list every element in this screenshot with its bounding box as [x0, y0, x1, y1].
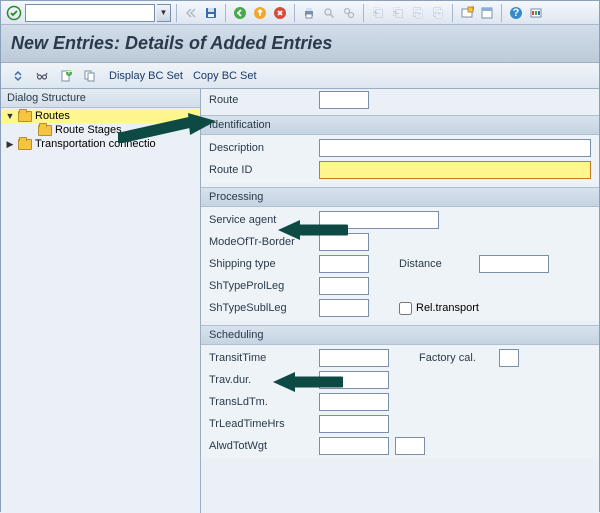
shtype-subl-label: ShTypeSublLeg [209, 302, 319, 314]
last-page-icon[interactable]: ⎘ [429, 4, 447, 22]
tree-node-transport[interactable]: ▶ Transportation connectio [1, 137, 200, 151]
route-label: Route [209, 94, 319, 106]
folder-icon [18, 139, 32, 150]
command-field[interactable] [25, 4, 155, 22]
command-dropdown-icon[interactable]: ▼ [157, 4, 171, 22]
dialog-structure-panel: Dialog Structure ▼ Routes Route Stages ▶… [1, 89, 201, 513]
rel-transport-checkbox-wrap: Rel.transport [399, 302, 479, 315]
translu-label: TransLdTm. [209, 396, 319, 408]
shtype-prol-input[interactable] [319, 277, 369, 295]
trav-dur-label: Trav.dur. [209, 374, 319, 386]
description-input[interactable] [319, 139, 591, 157]
trlead-label: TrLeadTimeHrs [209, 418, 319, 430]
copy-bc-set-link[interactable]: Copy BC Set [193, 70, 257, 82]
tree-twisty-icon[interactable]: ▼ [5, 111, 15, 121]
layout-icon[interactable] [478, 4, 496, 22]
alwd-label: AlwdTotWgt [209, 440, 319, 452]
glasses-icon[interactable] [33, 67, 51, 85]
shipping-type-input[interactable] [319, 255, 369, 273]
prev-page-icon[interactable]: ⎗ [389, 4, 407, 22]
shtype-prol-label: ShTypeProlLeg [209, 280, 319, 292]
svg-text:+: + [471, 6, 475, 14]
print-icon[interactable] [300, 4, 318, 22]
svg-text:+: + [66, 69, 72, 78]
tree-header: Dialog Structure [1, 89, 200, 108]
description-label: Description [209, 142, 319, 154]
page-title: New Entries: Details of Added Entries [11, 33, 589, 54]
tree-label: Routes [35, 110, 70, 122]
find-next-icon[interactable] [340, 4, 358, 22]
trav-dur-input[interactable] [319, 371, 389, 389]
alwd-input[interactable] [319, 437, 389, 455]
identification-group-header: Identification [201, 115, 599, 135]
distance-input[interactable] [479, 255, 549, 273]
scheduling-group-header: Scheduling [201, 325, 599, 345]
rel-transport-checkbox[interactable] [399, 302, 412, 315]
rel-transport-label: Rel.transport [416, 302, 479, 314]
back-double-icon[interactable] [182, 4, 200, 22]
tree-label: Route Stages [55, 124, 122, 136]
transit-label: TransitTime [209, 352, 319, 364]
factory-cal-label: Factory cal. [419, 352, 499, 364]
shtype-subl-input[interactable] [319, 299, 369, 317]
tree-node-route-stages[interactable]: Route Stages [1, 123, 200, 137]
next-page-icon[interactable]: ⎘ [409, 4, 427, 22]
folder-icon [38, 125, 52, 136]
translu-input[interactable] [319, 393, 389, 411]
transit-input[interactable] [319, 349, 389, 367]
copy-entry-icon[interactable] [81, 67, 99, 85]
mode-label: ModeOfTr-Border [209, 236, 319, 248]
tree-label: Transportation connectio [35, 138, 156, 150]
help-icon[interactable]: ? [507, 4, 525, 22]
cancel-icon[interactable] [271, 4, 289, 22]
display-bc-set-link[interactable]: Display BC Set [109, 70, 183, 82]
tree: ▼ Routes Route Stages ▶ Transportation c… [1, 108, 200, 152]
trlead-input[interactable] [319, 415, 389, 433]
customize-icon[interactable] [527, 4, 545, 22]
tree-node-routes[interactable]: ▼ Routes [1, 109, 200, 123]
form-panel: Route Identification Description Route I… [201, 89, 599, 513]
alwd-unit-input[interactable] [395, 437, 425, 455]
back-icon[interactable] [231, 4, 249, 22]
exit-icon[interactable] [251, 4, 269, 22]
tree-twisty-icon[interactable]: ▶ [5, 139, 15, 150]
route-id-label: Route ID [209, 164, 319, 176]
folder-icon [18, 111, 32, 122]
svg-text:?: ? [513, 7, 520, 19]
distance-label: Distance [399, 258, 479, 270]
new-session-icon[interactable]: + [458, 4, 476, 22]
shipping-type-label: Shipping type [209, 258, 319, 270]
new-entry-icon[interactable]: + [57, 67, 75, 85]
save-icon[interactable] [202, 4, 220, 22]
factory-cal-input[interactable] [499, 349, 519, 367]
app-toolbar: + Display BC Set Copy BC Set [1, 63, 599, 89]
route-id-input[interactable] [319, 161, 591, 179]
service-agent-label: Service agent [209, 214, 319, 226]
expand-icon[interactable] [9, 67, 27, 85]
menubar: ▼ ⎗ ⎗ ⎘ ⎘ + ? [1, 1, 599, 25]
route-input[interactable] [319, 91, 369, 109]
find-icon[interactable] [320, 4, 338, 22]
mode-input[interactable] [319, 233, 369, 251]
ok-icon[interactable] [5, 4, 23, 22]
processing-group-header: Processing [201, 187, 599, 207]
first-page-icon[interactable]: ⎗ [369, 4, 387, 22]
service-agent-input[interactable] [319, 211, 439, 229]
title-bar: New Entries: Details of Added Entries [1, 25, 599, 63]
